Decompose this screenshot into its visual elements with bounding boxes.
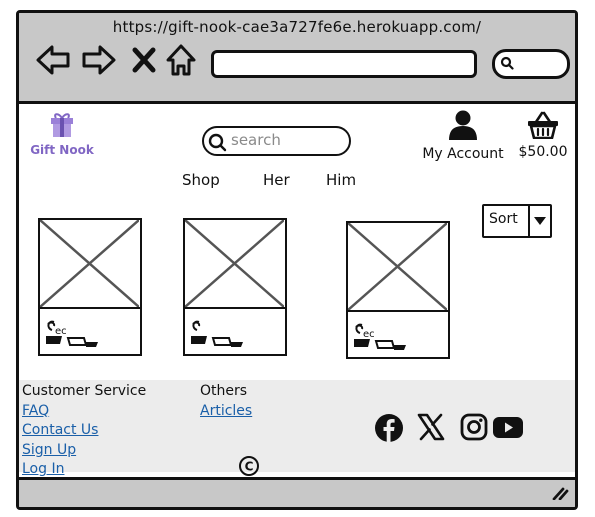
logo-text: Gift Nook xyxy=(30,143,94,157)
nav-item-him[interactable]: Him xyxy=(326,171,356,189)
cart-link[interactable]: $50.00 xyxy=(515,111,571,160)
svg-text:ec: ec xyxy=(363,329,375,340)
product-image[interactable] xyxy=(185,220,285,309)
x-icon[interactable] xyxy=(417,413,445,445)
browser-search-field[interactable] xyxy=(492,49,570,79)
url-text: https://gift-nook-cae3a727fe6e.herokuapp… xyxy=(112,18,482,36)
cart-total: $50.00 xyxy=(518,144,568,160)
site-search-input[interactable]: search xyxy=(202,126,351,156)
product-card-body: ec xyxy=(40,310,140,354)
site-footer: Customer Service FAQ Contact Us Sign Up … xyxy=(19,380,575,477)
sort-label: Sort xyxy=(489,211,518,227)
instagram-icon[interactable] xyxy=(460,413,488,445)
close-icon[interactable] xyxy=(131,43,157,77)
youtube-icon[interactable] xyxy=(492,413,524,445)
placeholder-image-icon xyxy=(40,220,140,307)
nav-item-her[interactable]: Her xyxy=(263,171,290,189)
my-account-link[interactable]: My Account xyxy=(417,109,509,162)
forward-arrow-icon[interactable] xyxy=(81,43,117,77)
placeholder-image-icon xyxy=(185,220,285,307)
copyright-letter: C xyxy=(245,460,254,474)
footer-customer-service: Customer Service FAQ Contact Us Sign Up … xyxy=(22,382,146,480)
placeholder-image-icon xyxy=(348,223,448,310)
product-card[interactable]: ec xyxy=(38,218,142,356)
gift-box-icon xyxy=(48,113,76,143)
nav-item-shop[interactable]: Shop xyxy=(182,171,220,189)
footer-heading: Others xyxy=(200,383,248,399)
sort-select[interactable]: Sort xyxy=(482,204,552,238)
facebook-icon[interactable] xyxy=(374,413,404,447)
product-image[interactable] xyxy=(348,223,448,312)
product-card-body xyxy=(185,310,285,354)
product-image[interactable] xyxy=(40,220,140,309)
product-card[interactable]: ec xyxy=(346,221,450,359)
footer-heading: Customer Service xyxy=(22,383,147,399)
browser-status-bar xyxy=(19,477,575,507)
shopping-basket-icon xyxy=(527,111,559,143)
resize-handle-icon[interactable] xyxy=(551,485,569,504)
copyright-mark: C xyxy=(238,455,260,477)
footer-link-contact-us[interactable]: Contact Us xyxy=(22,421,146,441)
product-card-body: ec xyxy=(348,313,448,357)
product-card[interactable] xyxy=(183,218,287,356)
footer-link-sign-up[interactable]: Sign Up xyxy=(22,441,146,461)
site-logo[interactable]: Gift Nook xyxy=(27,111,97,157)
svg-text:ec: ec xyxy=(55,326,67,337)
sort-dropdown-toggle[interactable] xyxy=(528,206,550,236)
footer-link-articles[interactable]: Articles xyxy=(200,402,252,422)
user-icon xyxy=(448,110,478,145)
home-icon[interactable] xyxy=(165,43,197,77)
footer-others: Others Articles xyxy=(200,382,252,421)
search-placeholder: search xyxy=(231,131,281,149)
account-label: My Account xyxy=(422,146,504,162)
address-bar[interactable] xyxy=(211,50,477,78)
browser-window: https://gift-nook-cae3a727fe6e.herokuapp… xyxy=(16,10,578,510)
back-arrow-icon[interactable] xyxy=(35,43,71,77)
footer-link-faq[interactable]: FAQ xyxy=(22,402,146,422)
browser-toolbar: https://gift-nook-cae3a727fe6e.herokuapp… xyxy=(19,13,575,104)
